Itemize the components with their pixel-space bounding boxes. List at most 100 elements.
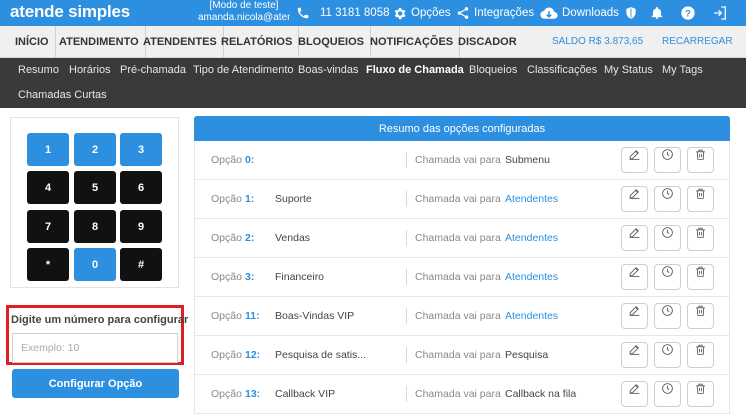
key-7[interactable]: 7 [27, 210, 69, 243]
subnav-boas-vindas[interactable]: Boas-vindas [298, 64, 359, 76]
option-name: Vendas [275, 232, 311, 244]
recharge-link[interactable]: RECARREGAR [662, 26, 733, 58]
subnav-my-status[interactable]: My Status [604, 64, 653, 76]
nav-inicio[interactable]: INÍCIO [9, 26, 56, 58]
nav-discador[interactable]: DISCADOR [452, 26, 523, 58]
integrations-menu[interactable]: Integrações [456, 3, 534, 23]
option-destination[interactable]: Atendentes [505, 297, 558, 335]
phone-number: 11 3181 8058 [320, 7, 390, 19]
key-star[interactable]: * [27, 248, 69, 281]
schedule-button[interactable] [654, 186, 681, 212]
subnav-my-tags[interactable]: My Tags [662, 64, 703, 76]
subnav-horarios[interactable]: Horários [69, 64, 111, 76]
schedule-button[interactable] [654, 147, 681, 173]
option-row: Opção 13: Callback VIP Chamada vai para Call… [194, 375, 730, 414]
subnav-bloqueios[interactable]: Bloqueios [469, 64, 517, 76]
schedule-button[interactable] [654, 381, 681, 407]
edit-icon [628, 148, 641, 161]
key-2[interactable]: 2 [74, 133, 116, 166]
edit-button[interactable] [621, 303, 648, 329]
key-1[interactable]: 1 [27, 133, 69, 166]
edit-button[interactable] [621, 381, 648, 407]
option-destination[interactable]: Atendentes [505, 219, 558, 257]
option-number-input[interactable] [12, 333, 178, 363]
trash-icon [694, 226, 707, 239]
option-row: Opção 12: Pesquisa de satis... Chamada vai … [194, 336, 730, 375]
nav-bloqueios[interactable]: BLOQUEIOS [292, 26, 372, 58]
help-button[interactable]: ? [680, 3, 696, 23]
option-destination: Submenu [505, 154, 550, 166]
option-row: Opção 0: Chamada vai para Submenu [194, 141, 730, 180]
option-destination[interactable]: Atendentes [505, 180, 558, 218]
schedule-button[interactable] [654, 264, 681, 290]
edit-button[interactable] [621, 147, 648, 173]
key-3[interactable]: 3 [120, 133, 162, 166]
logout-button[interactable] [712, 3, 728, 23]
nav-relatorios[interactable]: RELATÓRIOS [215, 26, 300, 58]
schedule-button[interactable] [654, 303, 681, 329]
key-9[interactable]: 9 [120, 210, 162, 243]
delete-button[interactable] [687, 381, 714, 407]
clock-icon [661, 343, 674, 356]
nav-notificacoes[interactable]: NOTIFICAÇÕES [364, 26, 461, 58]
shield-icon [626, 7, 636, 19]
delete-button[interactable] [687, 186, 714, 212]
phone-link[interactable]: 11 3181 8058 [296, 3, 390, 23]
options-menu[interactable]: Opções [392, 3, 451, 23]
balance-display: SALDO R$ 3.873,65 [552, 36, 644, 47]
option-label: Opção [211, 271, 242, 283]
clock-icon [661, 382, 674, 395]
configure-option-button[interactable]: Configurar Opção [12, 369, 179, 398]
schedule-button[interactable] [654, 342, 681, 368]
clock-icon [661, 226, 674, 239]
delete-button[interactable] [687, 264, 714, 290]
delete-button[interactable] [687, 147, 714, 173]
subnav-tipo-atendimento[interactable]: Tipo de Atendimento [193, 64, 294, 76]
option-name: Boas-Vindas VIP [275, 310, 355, 322]
option-label: Opção [211, 154, 242, 166]
account-info[interactable]: [Modo de teste] amanda.nicola@atend... [198, 0, 290, 24]
goes-to-label: Chamada vai para [415, 232, 501, 244]
delete-button[interactable] [687, 225, 714, 251]
option-number: 3: [245, 271, 255, 283]
key-8[interactable]: 8 [74, 210, 116, 243]
nav-atendentes[interactable]: ATENDENTES [137, 26, 224, 58]
notifications-button[interactable] [650, 3, 664, 23]
option-number: 13: [245, 388, 261, 400]
key-4[interactable]: 4 [27, 171, 69, 204]
nav-atendimento[interactable]: ATENDIMENTO [53, 26, 146, 58]
option-number: 2: [245, 232, 255, 244]
subnav-resumo[interactable]: Resumo [18, 64, 59, 76]
key-6[interactable]: 6 [120, 171, 162, 204]
subnav-fluxo-chamada[interactable]: Fluxo de Chamada [366, 64, 464, 76]
option-number: 11: [245, 310, 260, 322]
key-5[interactable]: 5 [74, 171, 116, 204]
delete-button[interactable] [687, 342, 714, 368]
security-button[interactable] [624, 3, 638, 23]
option-row: Opção 2: Vendas Chamada vai para Atendentes [194, 219, 730, 258]
clock-icon [661, 187, 674, 200]
option-destination[interactable]: Atendentes [505, 258, 558, 296]
trash-icon [694, 148, 707, 161]
edit-icon [628, 343, 641, 356]
option-row: Opção 1: Suporte Chamada vai para Atendentes [194, 180, 730, 219]
edit-button[interactable] [621, 264, 648, 290]
edit-button[interactable] [621, 342, 648, 368]
delete-button[interactable] [687, 303, 714, 329]
keypad-panel: 1 2 3 4 5 6 7 8 9 * 0 # Digite um número… [6, 117, 188, 417]
edit-button[interactable] [621, 225, 648, 251]
edit-button[interactable] [621, 186, 648, 212]
downloads-menu[interactable]: Downloads [540, 3, 619, 23]
key-hash[interactable]: # [120, 248, 162, 281]
edit-icon [628, 265, 641, 278]
subnav-pre-chamada[interactable]: Pré-chamada [120, 64, 186, 76]
option-label: Opção [211, 232, 242, 244]
row-divider [406, 152, 407, 168]
key-0[interactable]: 0 [74, 248, 116, 281]
subnav-classificacoes[interactable]: Classificações [527, 64, 597, 76]
app-logo[interactable]: atende simples [10, 2, 130, 22]
option-row: Opção 11: Boas-Vindas VIP Chamada vai para A… [194, 297, 730, 336]
row-divider [406, 191, 407, 207]
schedule-button[interactable] [654, 225, 681, 251]
subnav-chamadas-curtas[interactable]: Chamadas Curtas [18, 89, 107, 101]
